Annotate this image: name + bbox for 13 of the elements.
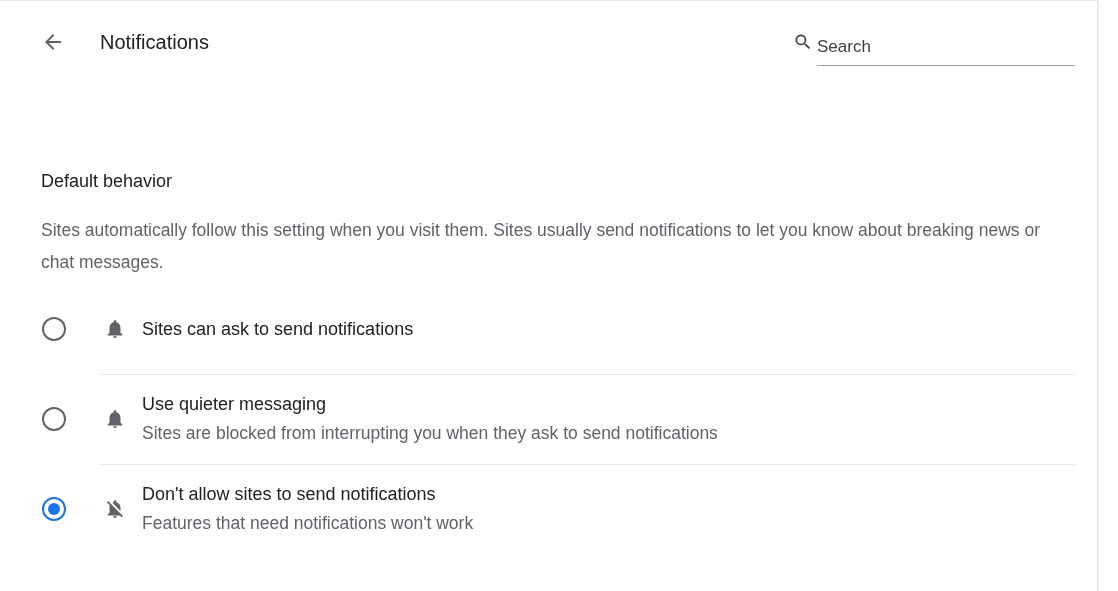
option-label: Use quieter messaging: [142, 394, 328, 415]
section-description: Sites automatically follow this setting when you visit them. Sites usually send notifications to let you know about breaking news or chat messages.: [41, 219, 1041, 274]
bell-off-icon: [104, 498, 126, 520]
option-description: Features that need notifications won't work: [142, 513, 474, 534]
option-label: Don't allow sites to send notifications: [142, 484, 437, 505]
radio-button[interactable]: [42, 407, 66, 431]
option-label: Sites can ask to send notifications: [142, 318, 414, 340]
radio-button[interactable]: [42, 317, 66, 341]
option-description: Sites are blocked from interrupting you when they ask to send notifications: [142, 423, 718, 444]
section-heading: Default behavior: [41, 171, 174, 192]
page-title: Notifications: [100, 30, 209, 54]
search-icon: [793, 32, 813, 52]
radio-button[interactable]: [42, 497, 66, 521]
